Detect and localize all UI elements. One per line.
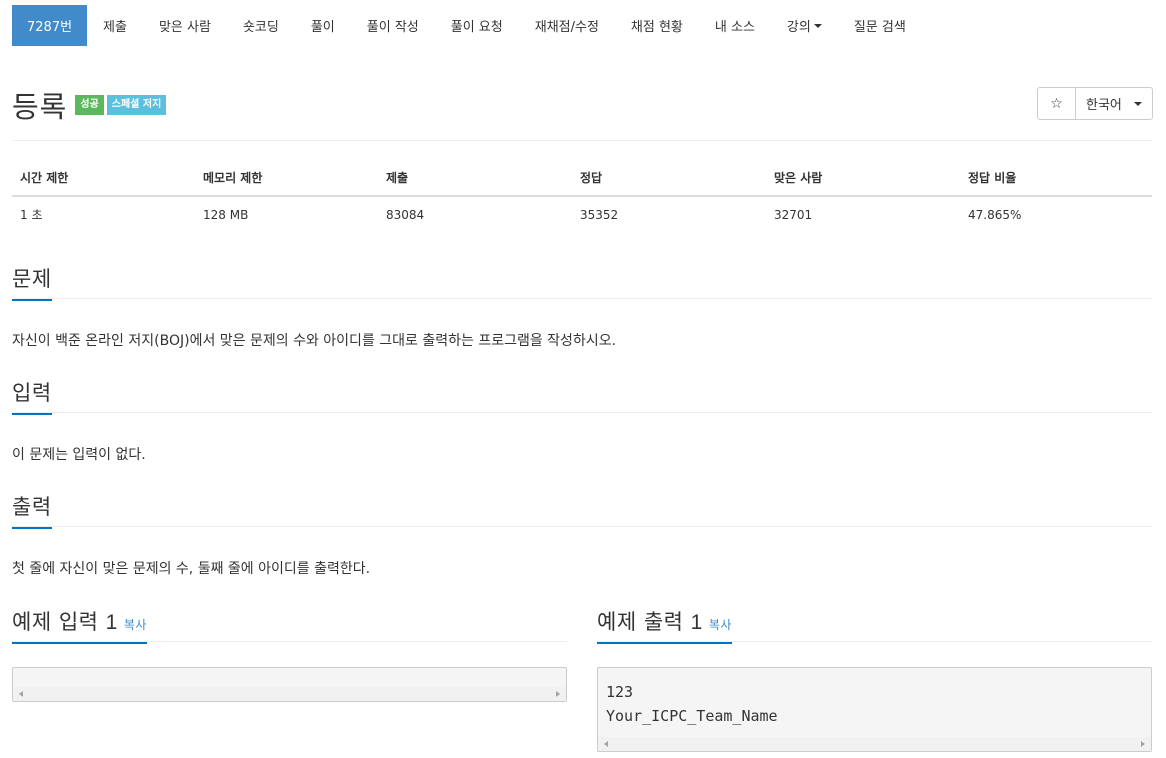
- input-text: 이 문제는 입력이 없다.: [12, 447, 146, 463]
- tab-solutions[interactable]: 풀이: [295, 5, 351, 46]
- accepted-value: 35352: [580, 207, 619, 222]
- star-icon: ☆: [1050, 95, 1063, 112]
- tab-problem[interactable]: 7287번: [12, 5, 88, 46]
- tab-label: 질문 검색: [853, 20, 906, 35]
- problem-toolbar: ☆ 한국어: [1037, 87, 1153, 120]
- header-accepted: 정답: [572, 160, 766, 197]
- accept-ratio-value: 47.865%: [968, 207, 1022, 222]
- sample-output-line: 123: [606, 683, 634, 701]
- tab-label: 풀이: [310, 20, 335, 35]
- output-text: 첫 줄에 자신이 맞은 문제의 수, 둘째 줄에 아이디를 출력한다.: [12, 561, 371, 577]
- sample-input-headline: 예제 입력 1 복사: [12, 606, 147, 644]
- input-title: 입력: [12, 377, 52, 415]
- favorite-button[interactable]: ☆: [1038, 88, 1076, 119]
- tab-request-solution[interactable]: 풀이 요청: [435, 5, 519, 46]
- header-submissions: 제출: [378, 160, 572, 197]
- language-label: 한국어: [1086, 98, 1122, 113]
- divider: [12, 641, 567, 642]
- tab-rejudge[interactable]: 재채점/수정: [519, 5, 615, 46]
- output-title: 출력: [12, 491, 52, 529]
- tab-label: 강의: [786, 20, 811, 35]
- language-dropdown[interactable]: 한국어: [1076, 88, 1152, 119]
- header-memory-limit: 메모리 제한: [195, 160, 378, 197]
- tab-label: 채점 현황: [630, 20, 683, 35]
- problem-menu: 7287번 제출 맞은 사람 숏코딩 풀이 풀이 작성 풀이 요청 재채점/수정…: [12, 5, 922, 46]
- success-badge: 성공: [75, 95, 104, 115]
- problem-title: 등록: [12, 90, 68, 124]
- divider: [12, 140, 1152, 141]
- tab-short-coding[interactable]: 숏코딩: [227, 5, 295, 46]
- horizontal-scrollbar[interactable]: [13, 687, 566, 701]
- tab-accepted-users[interactable]: 맞은 사람: [143, 5, 227, 46]
- time-limit-value: 1 초: [20, 208, 43, 222]
- header-time-limit: 시간 제한: [12, 160, 195, 197]
- tab-my-source[interactable]: 내 소스: [699, 5, 771, 46]
- divider: [12, 412, 1152, 413]
- output-headline: 출력: [12, 491, 52, 529]
- sample-input-number: 1: [105, 611, 118, 634]
- problem-info-table: 시간 제한 메모리 제한 제출 정답 맞은 사람 정답 비율 1 초 128 M…: [12, 160, 1152, 232]
- description-text: 자신이 백준 온라인 저지(BOJ)에서 맞은 문제의 수와 아이디를 그대로 …: [12, 333, 617, 349]
- sample-output-label: 예제 출력: [597, 610, 684, 634]
- problem-header: 등록 성공 스페셜 저지: [12, 84, 167, 126]
- caret-down-icon: [1133, 101, 1142, 106]
- sample-input-box[interactable]: [12, 667, 567, 702]
- scroll-left-icon[interactable]: [604, 741, 608, 747]
- scroll-right-icon[interactable]: [1141, 741, 1145, 747]
- description-title: 문제: [12, 263, 52, 301]
- tab-label: 풀이 요청: [450, 20, 503, 35]
- sample-output-line: Your_ICPC_Team_Name: [606, 707, 778, 725]
- caret-down-icon: [813, 23, 822, 28]
- header-accept-ratio: 정답 비율: [960, 160, 1152, 197]
- sample-output-title: 예제 출력 1 복사: [597, 606, 732, 644]
- submissions-value: 83084: [386, 207, 425, 222]
- tab-label: 재채점/수정: [534, 20, 599, 35]
- horizontal-scrollbar[interactable]: [598, 737, 1151, 751]
- tab-question-search[interactable]: 질문 검색: [838, 5, 922, 46]
- copy-sample-output-link[interactable]: 복사: [709, 618, 732, 632]
- divider: [12, 298, 1152, 299]
- sample-input-label: 예제 입력: [12, 610, 99, 634]
- sample-output-box[interactable]: 123 Your_ICPC_Team_Name: [597, 667, 1152, 752]
- description-headline: 문제: [12, 263, 52, 301]
- tab-submit[interactable]: 제출: [87, 5, 143, 46]
- table-header-row: 시간 제한 메모리 제한 제출 정답 맞은 사람 정답 비율: [12, 160, 1152, 197]
- memory-limit-value: 128 MB: [203, 207, 249, 222]
- sample-input-title: 예제 입력 1 복사: [12, 606, 147, 644]
- special-judge-badge: 스페셜 저지: [106, 95, 167, 115]
- divider: [12, 526, 1152, 527]
- tab-label: 제출: [103, 20, 127, 35]
- scroll-left-icon[interactable]: [19, 691, 23, 697]
- tab-status[interactable]: 채점 현황: [615, 5, 699, 46]
- header-accepted-users: 맞은 사람: [766, 160, 960, 197]
- tab-label: 7287번: [27, 20, 73, 35]
- sample-output-number: 1: [690, 611, 703, 634]
- copy-sample-input-link[interactable]: 복사: [124, 618, 147, 632]
- input-headline: 입력: [12, 377, 52, 415]
- accepted-users-value: 32701: [774, 207, 813, 222]
- scroll-right-icon[interactable]: [556, 691, 560, 697]
- sample-output-headline: 예제 출력 1 복사: [597, 606, 732, 644]
- tab-write-solution[interactable]: 풀이 작성: [351, 5, 435, 46]
- table-row: 1 초 128 MB 83084 35352 32701 47.865%: [12, 196, 1152, 232]
- divider: [597, 641, 1152, 642]
- tab-lectures[interactable]: 강의: [771, 5, 838, 46]
- sample-output-content: 123 Your_ICPC_Team_Name: [598, 668, 1151, 728]
- tab-label: 숏코딩: [242, 20, 279, 35]
- tab-label: 내 소스: [714, 20, 755, 35]
- tab-label: 맞은 사람: [158, 20, 211, 35]
- tab-label: 풀이 작성: [366, 20, 419, 35]
